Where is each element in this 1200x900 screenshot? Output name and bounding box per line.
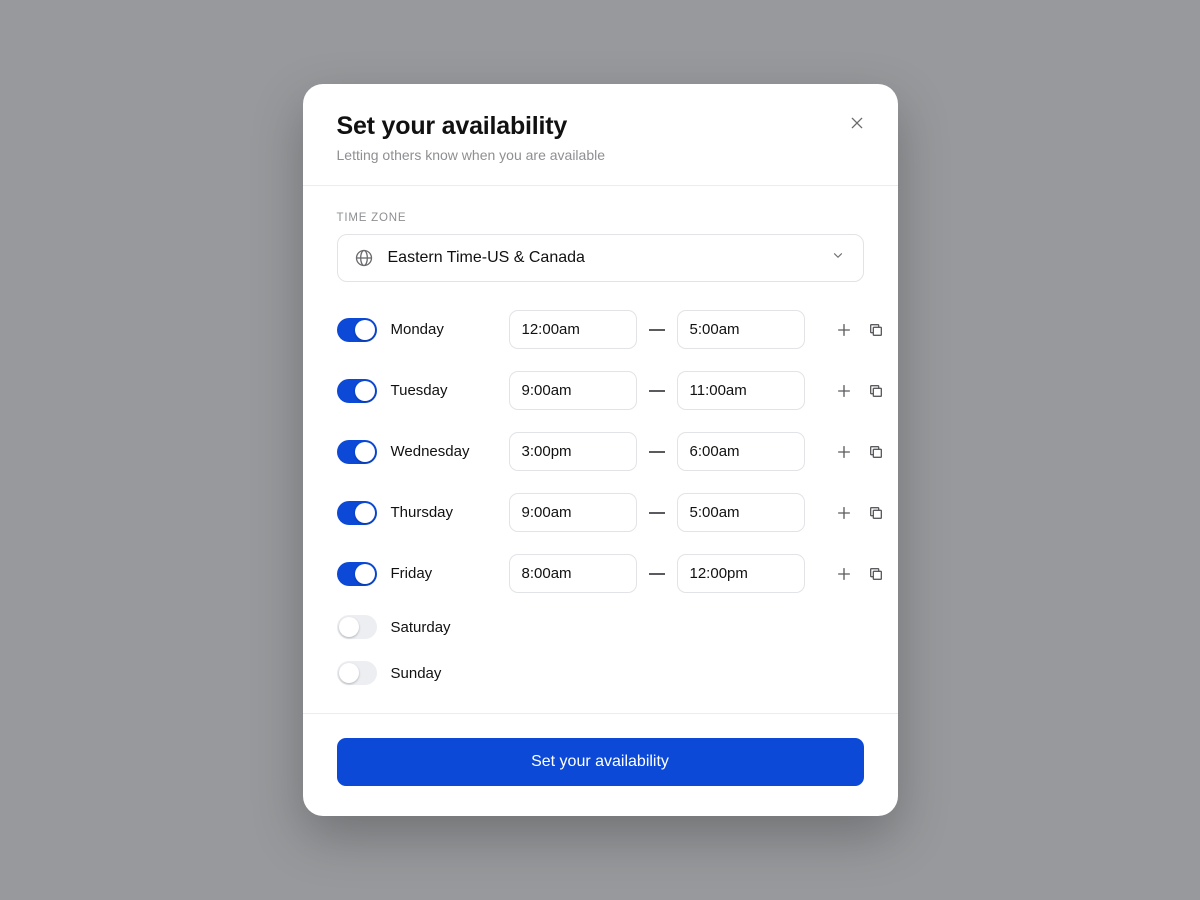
end-time-input[interactable]: 6:00am <box>677 432 805 471</box>
dash-icon <box>649 390 665 392</box>
day-row: Friday 8:00am 12:00pm <box>337 554 864 593</box>
toggle-knob <box>339 617 359 637</box>
end-time-input[interactable]: 12:00pm <box>677 554 805 593</box>
day-label: Friday <box>391 565 499 582</box>
start-time-input[interactable]: 12:00am <box>509 310 637 349</box>
timezone-section-label: TIME ZONE <box>337 212 864 224</box>
day-row: Wednesday 3:00pm 6:00am <box>337 432 864 471</box>
copy-icon <box>868 383 884 399</box>
start-time-input[interactable]: 3:00pm <box>509 432 637 471</box>
close-icon <box>849 115 865 131</box>
globe-icon <box>354 248 374 268</box>
day-row: Sunday <box>337 661 864 685</box>
row-actions <box>815 504 885 522</box>
timezone-select[interactable]: Eastern Time-US & Canada <box>337 234 864 282</box>
submit-button[interactable]: Set your availability <box>337 738 864 786</box>
day-row: Monday 12:00am 5:00am <box>337 310 864 349</box>
add-interval-button[interactable] <box>835 382 853 400</box>
time-range: 8:00am 12:00pm <box>509 554 805 593</box>
toggle-knob <box>355 442 375 462</box>
add-interval-button[interactable] <box>835 504 853 522</box>
copy-interval-button[interactable] <box>867 565 885 583</box>
time-range: 9:00am 5:00am <box>509 493 805 532</box>
day-label: Monday <box>391 321 499 338</box>
copy-icon <box>868 444 884 460</box>
timezone-value: Eastern Time-US & Canada <box>388 249 585 267</box>
end-time-input[interactable]: 5:00am <box>677 493 805 532</box>
copy-interval-button[interactable] <box>867 382 885 400</box>
row-actions <box>815 565 885 583</box>
copy-interval-button[interactable] <box>867 321 885 339</box>
modal-subtitle: Letting others know when you are availab… <box>337 147 864 163</box>
toggle-knob <box>355 503 375 523</box>
modal-title: Set your availability <box>337 112 864 141</box>
row-actions <box>815 382 885 400</box>
plus-icon <box>836 322 852 338</box>
day-label: Thursday <box>391 504 499 521</box>
modal-header: Set your availability Letting others kno… <box>303 84 898 186</box>
copy-interval-button[interactable] <box>867 504 885 522</box>
add-interval-button[interactable] <box>835 565 853 583</box>
dash-icon <box>649 329 665 331</box>
time-range: 3:00pm 6:00am <box>509 432 805 471</box>
day-enabled-toggle[interactable] <box>337 440 377 464</box>
toggle-knob <box>355 320 375 340</box>
day-enabled-toggle[interactable] <box>337 615 377 639</box>
dash-icon <box>649 451 665 453</box>
time-range: 12:00am 5:00am <box>509 310 805 349</box>
day-enabled-toggle[interactable] <box>337 562 377 586</box>
modal-body: TIME ZONE Eastern Time-US & Canada Monda… <box>303 186 898 713</box>
add-interval-button[interactable] <box>835 321 853 339</box>
row-actions <box>815 443 885 461</box>
day-label: Tuesday <box>391 382 499 399</box>
day-label: Sunday <box>391 665 499 682</box>
toggle-knob <box>355 381 375 401</box>
row-actions <box>815 321 885 339</box>
copy-icon <box>868 322 884 338</box>
day-enabled-toggle[interactable] <box>337 379 377 403</box>
end-time-input[interactable]: 11:00am <box>677 371 805 410</box>
time-range: 9:00am 11:00am <box>509 371 805 410</box>
copy-icon <box>868 505 884 521</box>
end-time-input[interactable]: 5:00am <box>677 310 805 349</box>
plus-icon <box>836 505 852 521</box>
plus-icon <box>836 566 852 582</box>
dash-icon <box>649 573 665 575</box>
plus-icon <box>836 383 852 399</box>
copy-interval-button[interactable] <box>867 443 885 461</box>
start-time-input[interactable]: 8:00am <box>509 554 637 593</box>
start-time-input[interactable]: 9:00am <box>509 493 637 532</box>
modal-footer: Set your availability <box>303 713 898 816</box>
toggle-knob <box>339 663 359 683</box>
day-row: Thursday 9:00am 5:00am <box>337 493 864 532</box>
day-enabled-toggle[interactable] <box>337 501 377 525</box>
add-interval-button[interactable] <box>835 443 853 461</box>
days-list: Monday 12:00am 5:00am Tuesday 9:00am 11:00am W… <box>337 310 864 685</box>
day-enabled-toggle[interactable] <box>337 661 377 685</box>
toggle-knob <box>355 564 375 584</box>
availability-modal: Set your availability Letting others kno… <box>303 84 898 816</box>
day-enabled-toggle[interactable] <box>337 318 377 342</box>
plus-icon <box>836 444 852 460</box>
start-time-input[interactable]: 9:00am <box>509 371 637 410</box>
close-button[interactable] <box>846 112 868 134</box>
copy-icon <box>868 566 884 582</box>
day-row: Saturday <box>337 615 864 639</box>
day-label: Wednesday <box>391 443 499 460</box>
day-row: Tuesday 9:00am 11:00am <box>337 371 864 410</box>
chevron-down-icon <box>831 249 845 268</box>
dash-icon <box>649 512 665 514</box>
day-label: Saturday <box>391 619 499 636</box>
